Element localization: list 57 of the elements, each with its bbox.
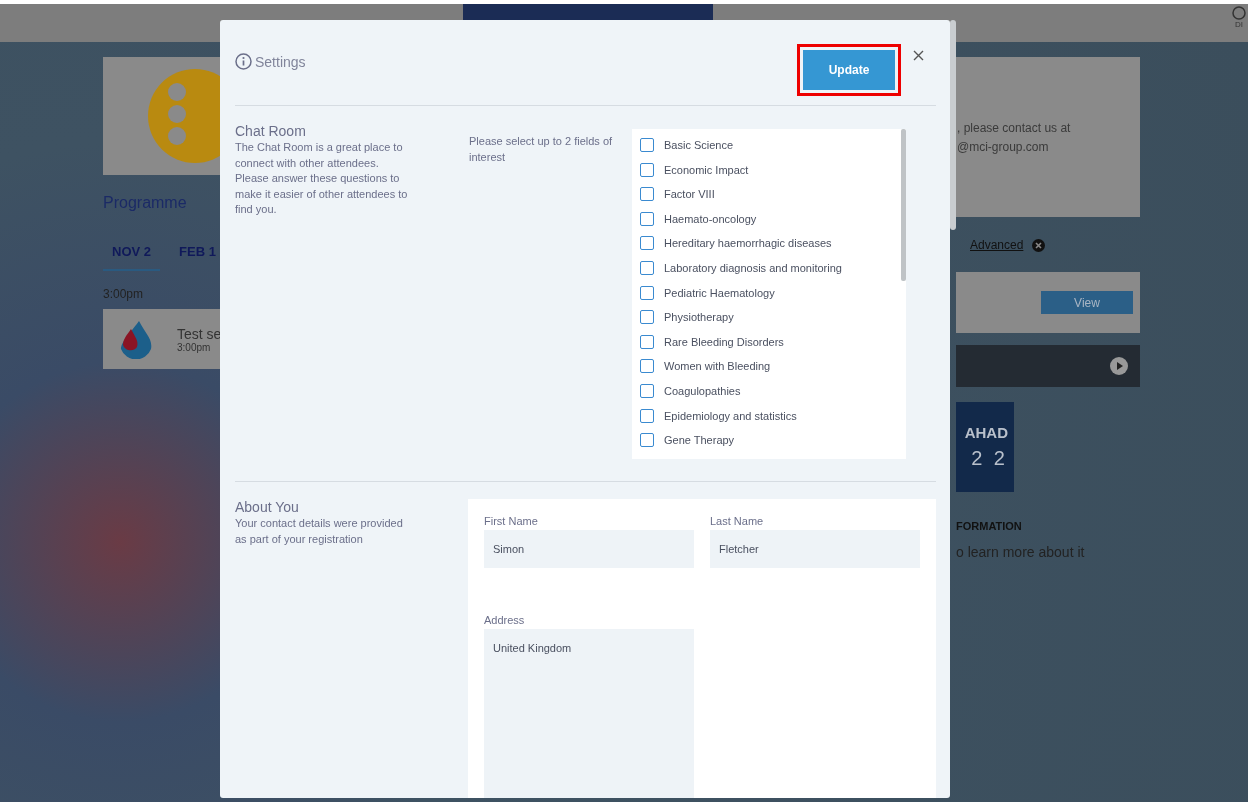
checkbox[interactable] xyxy=(640,236,654,251)
checkbox[interactable] xyxy=(640,138,654,152)
contact-text: , please contact us at xyxy=(956,121,1072,135)
close-icon[interactable] xyxy=(913,50,924,61)
option-label: Coagulopathies xyxy=(664,384,741,397)
section-description: Your contact details were provided as part of your registration xyxy=(235,516,404,547)
contact-text: @mci-group.com xyxy=(956,140,1050,154)
option-label: Hereditary haemorrhagic diseases xyxy=(664,237,832,250)
dialog-title: Settings xyxy=(255,53,306,70)
play-icon[interactable] xyxy=(1110,357,1128,375)
option-label: Laboratory diagnosis and monitoring xyxy=(664,261,842,274)
user-icon[interactable] xyxy=(1232,6,1246,20)
option-label: Factor VIII xyxy=(664,188,715,201)
view-button[interactable]: View xyxy=(1041,291,1133,314)
time-label: 3:00pm xyxy=(103,287,145,301)
info-text: o learn more about it xyxy=(956,544,1086,560)
section-description: The Chat Room is a great place to connect with other attendees. Please answer these questions to make it easier of other attendees to find you. xyxy=(235,140,409,217)
checkbox[interactable] xyxy=(640,187,654,202)
checkbox[interactable] xyxy=(640,260,654,275)
dialog-scrollbar[interactable] xyxy=(950,20,956,230)
checkbox[interactable] xyxy=(640,334,654,349)
logo-text: AHAD xyxy=(964,424,1008,441)
checkbox[interactable] xyxy=(640,310,654,325)
session-time: 3:00pm xyxy=(177,341,212,353)
option-label: Women with Bleeding xyxy=(664,360,771,373)
session-title: Test se xyxy=(177,325,222,342)
logo-year: 2 2 xyxy=(971,447,1008,470)
first-name-field[interactable]: Simon xyxy=(484,530,694,568)
section-title: Chat Room xyxy=(235,123,307,139)
checkbox[interactable] xyxy=(640,433,654,448)
option-label: Haemato-oncology xyxy=(664,212,757,225)
checkbox[interactable] xyxy=(640,285,654,300)
option-label: Pediatric Haematology xyxy=(664,286,775,299)
checkbox[interactable] xyxy=(640,359,654,374)
field-label: First Name xyxy=(484,515,539,527)
option-label: Epidemiology and statistics xyxy=(664,409,797,422)
last-name-field[interactable]: Fletcher xyxy=(710,530,920,568)
option-label: Physiotherapy xyxy=(664,311,734,324)
option-label: Economic Impact xyxy=(664,163,749,176)
info-icon xyxy=(235,53,252,70)
question-label: Please select up to 2 fields of interest xyxy=(469,134,614,165)
checkbox[interactable] xyxy=(640,211,654,226)
option-label: Basic Science xyxy=(664,139,734,151)
advanced-link[interactable]: Advanced xyxy=(970,238,1024,252)
info-heading: FORMATION xyxy=(956,520,1023,532)
scrollbar-thumb[interactable] xyxy=(901,129,906,281)
option-label: Gene Therapy xyxy=(664,434,735,447)
checkbox[interactable] xyxy=(640,408,654,423)
checkbox[interactable] xyxy=(640,162,654,177)
section-title: About You xyxy=(235,499,300,515)
field-label: Last Name xyxy=(710,515,765,527)
address-field[interactable]: United Kingdom xyxy=(484,629,694,798)
clear-icon[interactable] xyxy=(1032,238,1046,252)
option-label: Rare Bleeding Disorders xyxy=(664,335,784,348)
checkbox[interactable] xyxy=(640,383,654,398)
update-button[interactable]: Update xyxy=(803,50,895,90)
field-label: Address xyxy=(484,614,526,626)
